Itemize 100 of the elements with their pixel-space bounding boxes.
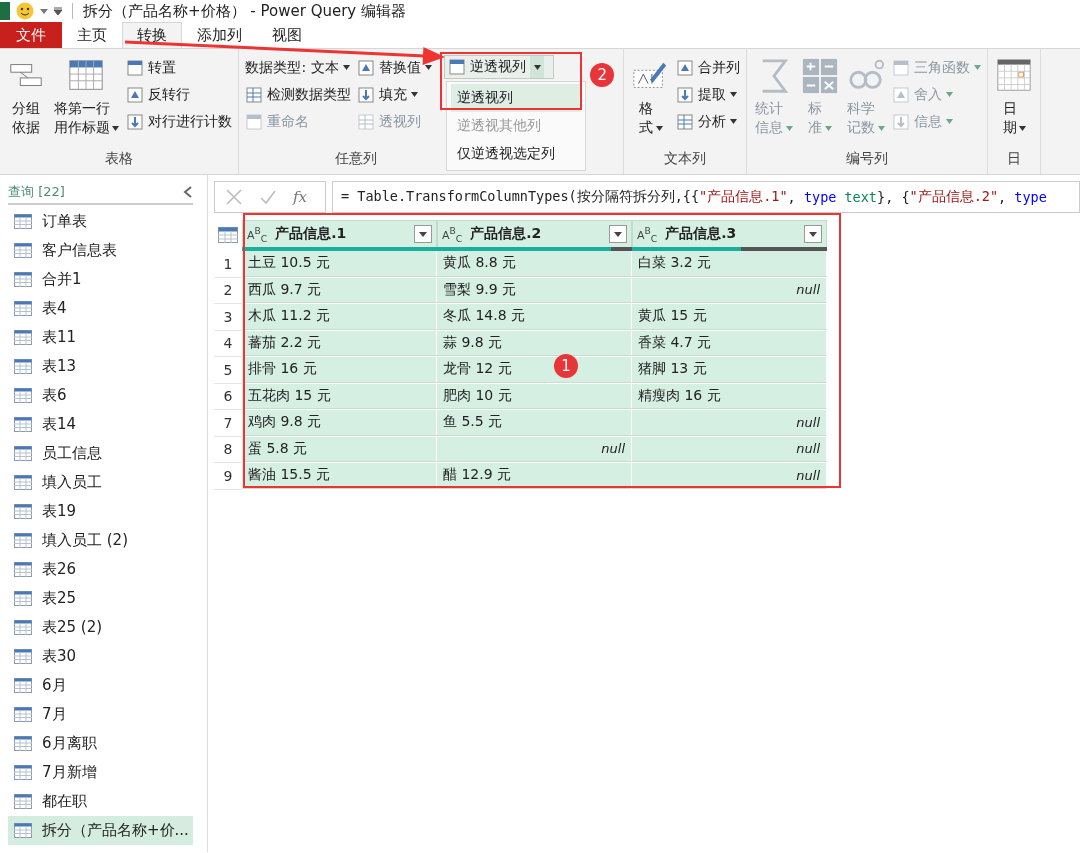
command-icon	[245, 112, 264, 131]
table-icon	[14, 620, 32, 635]
query-item[interactable]: 合并1	[8, 265, 193, 294]
column-header[interactable]: A$^{B}$$_{C}$ 产品信息.3	[632, 220, 827, 247]
query-item[interactable]: 表6	[8, 381, 193, 410]
formula-field[interactable]: = Table.TransformColumnTypes(按分隔符拆分列,{{"产品信息.1", type text}, {"产品信息.2", type	[332, 181, 1080, 213]
ribbon-icon	[800, 57, 839, 95]
table-icon	[14, 562, 32, 577]
ribbon-button[interactable]: 反转行	[124, 82, 235, 107]
menu-item[interactable]: 逆透视列	[451, 84, 582, 112]
table-cell: 土豆 10.5 元	[242, 251, 437, 277]
caret-icon	[946, 119, 954, 124]
table-cell: 精瘦肉 16 元	[632, 383, 827, 409]
table-icon	[14, 330, 32, 345]
ribbon-button[interactable]: 分组依据	[4, 53, 48, 150]
query-item[interactable]: 填入员工 (2)	[8, 526, 193, 555]
ribbon-button[interactable]: 数据类型: 文本	[243, 55, 354, 80]
function-button[interactable]: fx	[293, 188, 307, 206]
table-cell: null	[632, 463, 827, 489]
query-item[interactable]: 7月	[8, 700, 193, 729]
table-cell: 木瓜 11.2 元	[242, 304, 437, 330]
collapse-icon[interactable]	[183, 186, 193, 198]
caret-icon	[946, 92, 954, 97]
ribbon-tab[interactable]: 转换	[122, 22, 182, 48]
group-label: 表格	[105, 150, 134, 166]
query-item[interactable]: 都在职	[8, 787, 193, 816]
query-item[interactable]: 填入员工	[8, 468, 193, 497]
filter-dropdown-icon[interactable]	[414, 225, 432, 243]
smiley-icon[interactable]	[16, 2, 34, 20]
ribbon-button[interactable]: 对行进行计数	[124, 109, 235, 134]
column-header[interactable]: A$^{B}$$_{C}$ 产品信息.2	[437, 220, 632, 247]
query-item[interactable]: 表13	[8, 352, 193, 381]
query-item[interactable]: 表26	[8, 555, 193, 584]
query-item[interactable]: 6月离职	[8, 729, 193, 758]
table-cell: 黄瓜 15 元	[632, 304, 827, 330]
column-name: 产品信息.3	[665, 225, 738, 243]
unpivot-split-button[interactable]: 逆透视列	[444, 55, 555, 79]
ribbon-button[interactable]: 将第一行用作标题	[50, 53, 123, 150]
query-item[interactable]: 表25 (2)	[8, 613, 193, 642]
ribbon-button[interactable]: 日期	[992, 53, 1037, 150]
query-item[interactable]: 表19	[8, 497, 193, 526]
table-icon	[14, 243, 32, 258]
ribbon-button[interactable]: 提取	[674, 82, 743, 107]
query-item[interactable]: 表4	[8, 294, 193, 323]
check-icon[interactable]	[259, 188, 277, 206]
query-item[interactable]: 6月	[8, 671, 193, 700]
query-item[interactable]: 拆分（产品名称+价...	[8, 816, 193, 845]
table-cell: 猪脚 13 元	[632, 357, 827, 383]
query-item[interactable]: 客户信息表	[8, 236, 193, 265]
query-item[interactable]: 表30	[8, 642, 193, 671]
table-cell: null	[632, 436, 827, 462]
ribbon-button[interactable]: 检测数据类型	[243, 82, 354, 107]
table-icon	[14, 533, 32, 548]
ribbon-button[interactable]: 合并列	[674, 55, 743, 80]
query-item[interactable]: 员工信息	[8, 439, 193, 468]
table-icon	[14, 736, 32, 751]
filter-dropdown-icon[interactable]	[804, 225, 822, 243]
column-header[interactable]: A$^{B}$$_{C}$ 产品信息.1	[242, 220, 437, 247]
caret-icon[interactable]	[54, 7, 62, 15]
ribbon-button[interactable]: 转置	[124, 55, 235, 80]
table-icon	[14, 388, 32, 403]
caret-icon	[974, 65, 982, 70]
table-cell: 肥肉 10 元	[437, 383, 632, 409]
ribbon-tab[interactable]: 文件	[0, 22, 62, 48]
table-cell: 黄瓜 8.8 元	[437, 251, 632, 277]
table-icon	[14, 359, 32, 374]
menu-item[interactable]: 仅逆透视选定列	[451, 140, 582, 168]
table-cell: null	[632, 277, 827, 303]
ribbon-button[interactable]: 分析	[674, 109, 743, 134]
ribbon-button[interactable]: 填充	[355, 82, 435, 107]
table-icon	[14, 649, 32, 664]
query-item[interactable]: 订单表	[8, 207, 193, 236]
ribbon-button[interactable]: 替换值	[355, 55, 435, 80]
caret-icon	[533, 64, 541, 70]
table-icon	[14, 272, 32, 287]
ribbon-button[interactable]: 格式	[628, 53, 673, 150]
command-icon	[357, 58, 376, 77]
table-cell: 西瓜 9.7 元	[242, 277, 437, 303]
table-cell: 蛋 5.8 元	[242, 436, 437, 462]
table-cell: 五花肉 15 元	[242, 383, 437, 409]
window-title: 拆分（产品名称+价格） - Power Query 编辑器	[83, 1, 406, 21]
ribbon-tab[interactable]: 视图	[257, 22, 317, 48]
column-name: 产品信息.1	[275, 225, 348, 243]
table-icon[interactable]	[218, 227, 238, 243]
ribbon-tab[interactable]: 添加列	[182, 22, 257, 48]
caret-icon	[655, 125, 663, 131]
command-icon	[676, 112, 695, 131]
query-item[interactable]: 7月新增	[8, 758, 193, 787]
query-item[interactable]: 表25	[8, 584, 193, 613]
command-icon	[126, 58, 145, 77]
table-cell: 醋 12.9 元	[437, 463, 632, 489]
query-item[interactable]: 表14	[8, 410, 193, 439]
caret-icon[interactable]	[40, 7, 48, 15]
table-cell: 酱油 15.5 元	[242, 463, 437, 489]
query-item[interactable]: 表11	[8, 323, 193, 352]
caret-icon	[785, 125, 793, 131]
ribbon-tab[interactable]: 主页	[62, 22, 122, 48]
group-label: 文本列	[664, 150, 707, 166]
filter-dropdown-icon[interactable]	[609, 225, 627, 243]
table-icon	[14, 765, 32, 780]
